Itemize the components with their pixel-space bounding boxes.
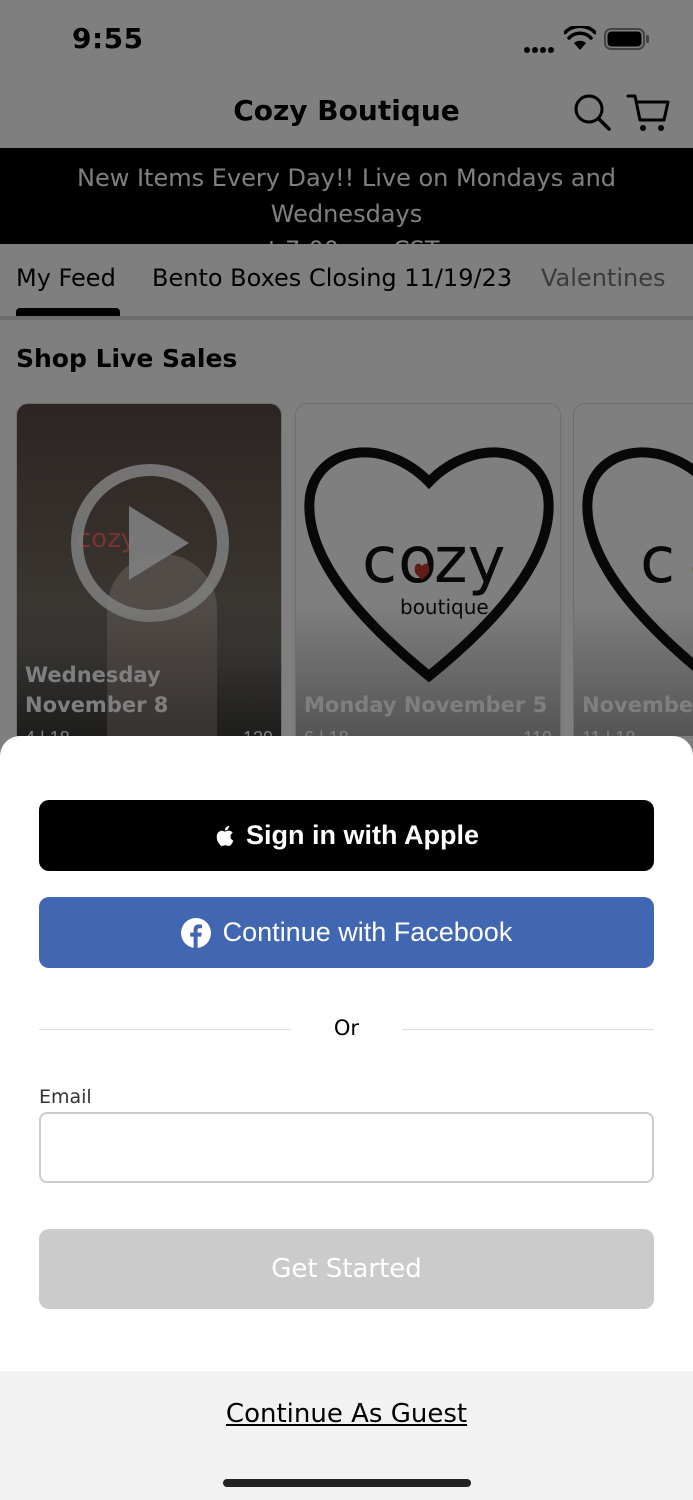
continue-with-facebook-button[interactable]: Continue with Facebook	[39, 897, 654, 968]
email-label: Email	[39, 1086, 92, 1108]
sign-in-sheet: Sign in with Apple Continue with Faceboo…	[0, 736, 693, 1500]
email-field[interactable]	[39, 1112, 654, 1183]
guest-footer: Continue As Guest	[0, 1371, 693, 1500]
facebook-button-label: Continue with Facebook	[222, 917, 513, 947]
apple-icon	[214, 824, 234, 848]
facebook-icon	[180, 917, 211, 948]
continue-as-guest-link[interactable]: Continue As Guest	[0, 1399, 693, 1429]
get-started-button[interactable]: Get Started	[39, 1229, 654, 1309]
or-separator: Or	[333, 1016, 360, 1040]
apple-button-label: Sign in with Apple	[246, 820, 479, 850]
home-indicator[interactable]	[223, 1479, 471, 1487]
divider-right	[402, 1029, 654, 1030]
sign-in-with-apple-button[interactable]: Sign in with Apple	[39, 800, 654, 871]
